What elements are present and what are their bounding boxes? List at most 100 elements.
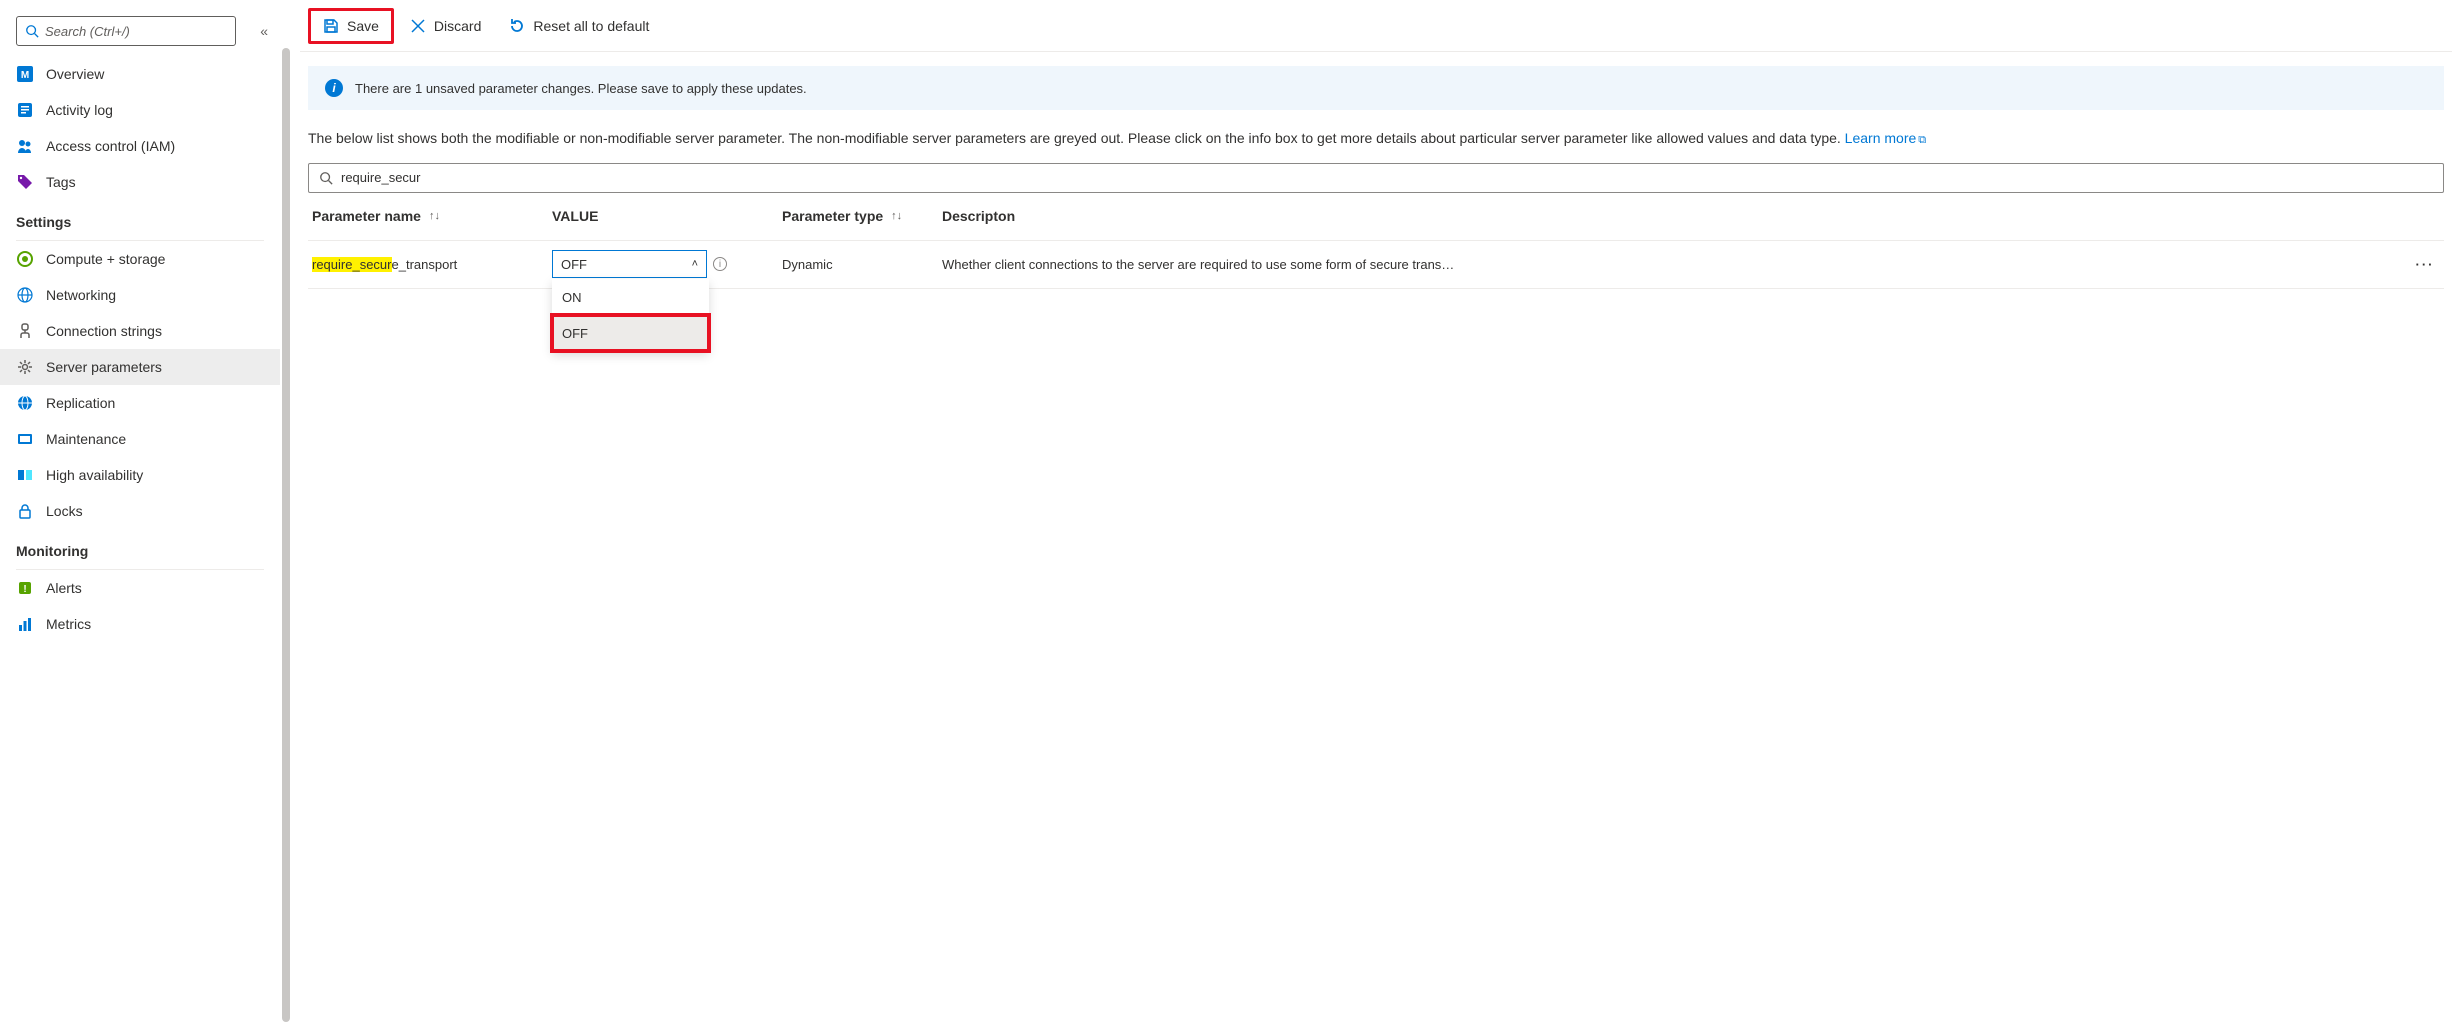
col-header-name-label: Parameter name — [312, 208, 421, 224]
main-content: Save Discard Reset all to default i Ther… — [292, 0, 2452, 1022]
activity-log-icon — [16, 102, 34, 118]
banner-text: There are 1 unsaved parameter changes. P… — [355, 81, 807, 96]
networking-icon — [16, 287, 34, 303]
col-header-desc-label: Descripton — [942, 208, 1015, 224]
sort-icon: ↑↓ — [891, 210, 902, 222]
col-header-value-label: VALUE — [552, 208, 598, 224]
cell-description-value: Whether client connections to the server… — [942, 257, 1454, 272]
sidebar-item-label: Locks — [46, 503, 83, 519]
sidebar-item-metrics[interactable]: Metrics — [0, 606, 280, 642]
sidebar-item-access-control[interactable]: Access control (IAM) — [0, 128, 280, 164]
save-label: Save — [347, 18, 379, 34]
discard-button[interactable]: Discard — [398, 8, 493, 44]
access-control-icon — [16, 138, 34, 154]
discard-label: Discard — [434, 18, 481, 34]
name-rest: e_transport — [392, 257, 458, 272]
search-icon — [25, 24, 39, 38]
tags-icon — [16, 174, 34, 190]
unsaved-changes-banner: i There are 1 unsaved parameter changes.… — [308, 66, 2444, 110]
maintenance-icon — [16, 431, 34, 447]
dropdown-option-label: ON — [562, 290, 582, 305]
col-header-name[interactable]: Parameter name ↑↓ — [312, 208, 552, 224]
section-header-monitoring: Monitoring — [0, 529, 280, 565]
combobox-selected-value: OFF — [561, 257, 587, 272]
intro-text-body: The below list shows both the modifiable… — [308, 130, 1845, 146]
svg-text:M: M — [21, 70, 29, 81]
name-match-highlight: require_secur — [312, 257, 392, 272]
replication-icon — [16, 395, 34, 411]
learn-more-link[interactable]: Learn more⧉ — [1845, 130, 1926, 146]
sidebar-search[interactable]: Search (Ctrl+/) — [16, 16, 236, 46]
sidebar-collapse-toggle[interactable]: « — [260, 23, 268, 39]
sidebar-item-maintenance[interactable]: Maintenance — [0, 421, 280, 457]
svg-text:!: ! — [23, 584, 26, 595]
save-icon — [323, 18, 339, 34]
col-header-desc[interactable]: Descripton — [942, 208, 2410, 224]
sidebar-item-label: High availability — [46, 467, 143, 483]
value-combobox[interactable]: OFF ˄ ON OFF — [552, 250, 707, 278]
reset-label: Reset all to default — [533, 18, 649, 34]
learn-more-label: Learn more — [1845, 130, 1917, 146]
cell-parameter-type: Dynamic — [782, 257, 942, 272]
sidebar-item-label: Connection strings — [46, 323, 162, 339]
chevron-up-icon: ˄ — [692, 258, 698, 270]
sidebar-item-label: Alerts — [46, 580, 82, 596]
parameter-info-icon[interactable]: i — [713, 257, 727, 271]
toolbar: Save Discard Reset all to default — [300, 0, 2452, 52]
dropdown-option-on[interactable]: ON — [552, 279, 709, 315]
sort-icon: ↑↓ — [429, 210, 440, 222]
parameter-search-value: require_secur — [341, 170, 421, 185]
discard-icon — [410, 18, 426, 34]
sidebar-item-label: Activity log — [46, 102, 113, 118]
sidebar-item-label: Overview — [46, 66, 104, 82]
col-header-type[interactable]: Parameter type ↑↓ — [782, 208, 942, 224]
sidebar-item-label: Metrics — [46, 616, 91, 632]
value-dropdown: ON OFF — [552, 279, 709, 351]
sidebar-item-locks[interactable]: Locks — [0, 493, 280, 529]
sidebar-item-compute-storage[interactable]: Compute + storage — [0, 241, 280, 277]
sidebar-item-high-availability[interactable]: High availability — [0, 457, 280, 493]
table-header-row: Parameter name ↑↓ VALUE Parameter type ↑… — [308, 193, 2444, 241]
sidebar-search-placeholder: Search (Ctrl+/) — [45, 24, 130, 39]
parameter-search-input[interactable]: require_secur — [308, 163, 2444, 193]
section-header-settings: Settings — [0, 200, 280, 236]
sidebar-item-label: Replication — [46, 395, 115, 411]
col-header-type-label: Parameter type — [782, 208, 883, 224]
sidebar-item-connection-strings[interactable]: Connection strings — [0, 313, 280, 349]
sidebar-item-activity-log[interactable]: Activity log — [0, 92, 280, 128]
sidebar-item-label: Maintenance — [46, 431, 126, 447]
parameters-table: Parameter name ↑↓ VALUE Parameter type ↑… — [308, 193, 2444, 289]
sidebar-item-alerts[interactable]: ! Alerts — [0, 570, 280, 606]
alerts-icon: ! — [16, 580, 34, 596]
external-link-icon: ⧉ — [1918, 134, 1926, 146]
server-parameters-icon — [16, 359, 34, 375]
reset-icon — [509, 18, 525, 34]
overview-icon: M — [16, 66, 34, 82]
metrics-icon — [16, 616, 34, 632]
reset-button[interactable]: Reset all to default — [497, 8, 661, 44]
dropdown-option-label: OFF — [562, 326, 588, 341]
connection-strings-icon — [16, 323, 34, 339]
sidebar-scrollbar[interactable] — [280, 0, 292, 1022]
sidebar-item-label: Networking — [46, 287, 116, 303]
sidebar-item-server-parameters[interactable]: Server parameters — [0, 349, 280, 385]
save-button[interactable]: Save — [308, 8, 394, 44]
sidebar: Search (Ctrl+/) « M Overview Activity lo… — [0, 0, 280, 1022]
sidebar-item-label: Compute + storage — [46, 251, 165, 267]
sidebar-item-label: Access control (IAM) — [46, 138, 175, 154]
sidebar-item-networking[interactable]: Networking — [0, 277, 280, 313]
compute-storage-icon — [16, 251, 34, 267]
info-icon: i — [325, 79, 343, 97]
locks-icon — [16, 503, 34, 519]
cell-description: Whether client connections to the server… — [942, 257, 2410, 272]
sidebar-item-replication[interactable]: Replication — [0, 385, 280, 421]
sidebar-item-tags[interactable]: Tags — [0, 164, 280, 200]
sidebar-item-label: Tags — [46, 174, 76, 190]
high-availability-icon — [16, 467, 34, 483]
row-more-actions[interactable]: ··· — [2410, 257, 2440, 272]
sidebar-item-overview[interactable]: M Overview — [0, 56, 280, 92]
table-row: require_secure_transport OFF ˄ ON OFF — [308, 241, 2444, 289]
col-header-value[interactable]: VALUE — [552, 208, 782, 224]
sidebar-item-label: Server parameters — [46, 359, 162, 375]
dropdown-option-off[interactable]: OFF — [552, 315, 709, 351]
